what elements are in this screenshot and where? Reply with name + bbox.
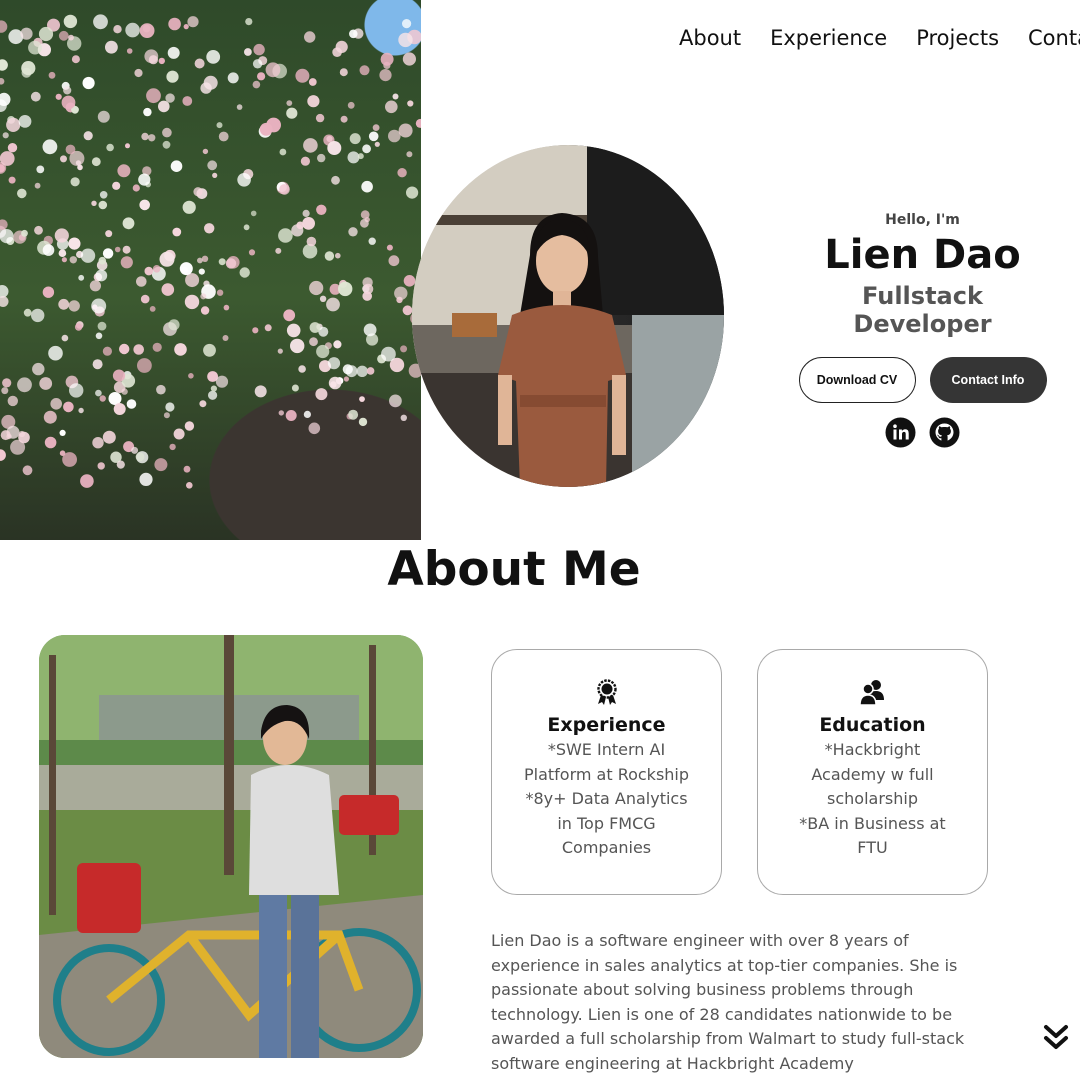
hero-buttons: Download CV Contact Info [790,357,1055,403]
experience-card-body: *SWE Intern AI Platform at Rockship *8y+… [492,738,721,861]
experience-line: *SWE Intern AI [547,740,666,759]
education-card: Education *Hackbright Academy w full sch… [757,649,988,895]
top-nav: About Experience Projects Contact [679,26,1080,50]
download-cv-button[interactable]: Download CV [798,357,916,403]
education-card-body: *Hackbright Academy w full scholarship *… [758,738,987,861]
education-line: scholarship [827,789,918,809]
nav-link-experience[interactable]: Experience [770,26,887,50]
experience-card: Experience *SWE Intern AI Platform at Ro… [491,649,722,895]
users-icon [858,678,887,706]
experience-line: in Top FMCG [557,813,656,833]
education-line: *BA in Business at [799,813,946,833]
about-description: Lien Dao is a software engineer with ove… [491,931,965,1073]
github-icon[interactable] [929,417,960,448]
education-line: FTU [857,838,888,858]
hero-intro: Hello, I'm Lien Dao Fullstack Developer … [790,212,1055,448]
about-section-title: About Me [387,542,641,597]
double-chevron-down-icon[interactable] [1043,1024,1069,1052]
experience-line: Platform at Rockship [523,764,690,784]
nav-link-projects[interactable]: Projects [916,26,999,50]
education-card-title: Education [819,714,926,736]
award-icon [593,678,621,706]
bike-photo [39,635,423,1058]
hero-role: Fullstack Developer [853,282,992,338]
experience-line: *8y+ Data Analytics [525,789,688,809]
nav-link-contact[interactable]: Contact [1028,26,1080,50]
social-links [790,417,1055,448]
education-line: *Hackbright [824,740,921,759]
profile-portrait [412,145,724,487]
experience-card-title: Experience [547,714,666,736]
education-line: Academy w full [811,764,934,784]
flowering-bush-photo [0,0,421,540]
hero-name: Lien Dao [824,232,1021,278]
hero-greeting: Hello, I'm [885,212,960,228]
linkedin-icon[interactable] [885,417,916,448]
experience-line: Companies [561,838,652,858]
contact-info-button[interactable]: Contact Info [929,357,1047,403]
nav-link-about[interactable]: About [679,26,741,50]
